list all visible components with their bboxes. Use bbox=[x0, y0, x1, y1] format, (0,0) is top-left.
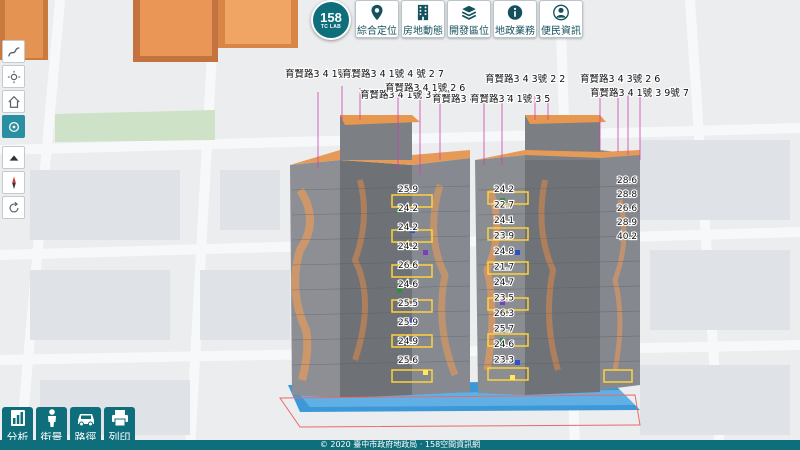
copyright-text: © 2020 臺中市政府地政局 · 158空間資訊網 bbox=[319, 440, 481, 449]
floor-area-label: 23.9 bbox=[494, 232, 514, 242]
floor-area-label: 24.1 bbox=[494, 216, 514, 226]
tower-left bbox=[290, 115, 471, 398]
left-toolbar bbox=[2, 40, 25, 219]
building-icon bbox=[417, 4, 429, 21]
nav-label: 地政業務 bbox=[495, 26, 535, 37]
logo-number: 158 bbox=[320, 9, 342, 25]
location-pin-icon bbox=[371, 4, 383, 21]
home-icon bbox=[7, 95, 20, 108]
sun-icon bbox=[7, 70, 20, 83]
floor-area-label: 24.7 bbox=[494, 278, 514, 288]
floor-area-label: 25.9 bbox=[398, 185, 418, 195]
address-label: 育賢路3 4 1號 3 9號 7 bbox=[590, 87, 689, 99]
nav-land-admin[interactable]: 地政業務 bbox=[493, 0, 537, 38]
floor-area-label: 26.3 bbox=[494, 309, 514, 319]
address-label: 育賢路3 4 1號 3 5 bbox=[470, 93, 550, 105]
floor-area-label: 25.5 bbox=[398, 299, 418, 309]
nav-development[interactable]: 開發區位 bbox=[447, 0, 491, 38]
floor-area-label: 26.6 bbox=[617, 204, 637, 214]
floor-area-label: 24.6 bbox=[494, 340, 514, 350]
reset-view-button[interactable] bbox=[2, 196, 25, 219]
compass-button[interactable] bbox=[2, 171, 25, 194]
compass-icon bbox=[11, 176, 16, 189]
nav-real-estate[interactable]: 房地動態 bbox=[401, 0, 445, 38]
info-icon bbox=[507, 5, 523, 20]
floor-area-label: 24.2 bbox=[398, 223, 418, 233]
locate-button[interactable] bbox=[2, 115, 25, 138]
logo[interactable]: 158 TC LAB bbox=[311, 0, 351, 40]
nav-location[interactable]: 綜合定位 bbox=[355, 0, 399, 38]
floor-area-label: 23.3 bbox=[494, 356, 514, 366]
streetview-icon bbox=[47, 409, 56, 427]
floor-area-label: 25.6 bbox=[398, 356, 418, 366]
nav-label: 開發區位 bbox=[449, 26, 489, 37]
printer-icon bbox=[111, 410, 128, 427]
home-button[interactable] bbox=[2, 90, 25, 113]
nav-label: 房地動態 bbox=[403, 26, 443, 37]
footer: © 2020 臺中市政府地政局 · 158空間資訊網 bbox=[0, 440, 800, 450]
floor-area-label: 25.9 bbox=[398, 318, 418, 328]
tilt-up-button[interactable] bbox=[2, 146, 25, 169]
top-nav: 158 TC LAB 綜合定位 房地動態 開發區位 地政業務 便民資訊 bbox=[311, 0, 583, 40]
sun-button[interactable] bbox=[2, 65, 25, 88]
floor-area-label: 28.8 bbox=[617, 190, 637, 200]
park-area bbox=[55, 110, 215, 142]
floor-area-label: 24.2 bbox=[398, 242, 418, 252]
map-3d-view[interactable]: 育賢路3 4 1號 2 6 育賢路3 4 1號 4 號 2 7 育賢路3 4 1… bbox=[0, 0, 800, 450]
analysis-icon bbox=[10, 410, 25, 426]
address-label: 育賢路3 4 3號 2 2 bbox=[485, 73, 565, 85]
nav-label: 綜合定位 bbox=[357, 26, 397, 37]
sketch-button[interactable] bbox=[2, 40, 25, 63]
floor-area-label: 21.7 bbox=[494, 263, 514, 273]
floor-area-label: 40.2 bbox=[617, 232, 637, 242]
floor-area-label: 24.2 bbox=[494, 185, 514, 195]
reset-icon bbox=[8, 201, 19, 213]
floor-area-label: 28.6 bbox=[617, 176, 637, 186]
nav-label: 便民資訊 bbox=[541, 26, 581, 37]
floor-area-label: 26.6 bbox=[398, 261, 418, 271]
floor-area-label: 24.6 bbox=[398, 280, 418, 290]
address-label: 育賢路3 4 3號 2 6 bbox=[580, 73, 660, 85]
sketch-icon bbox=[7, 46, 20, 57]
arrow-up-icon bbox=[9, 154, 18, 161]
floor-area-label: 24.9 bbox=[398, 337, 418, 347]
logo-sub: TC LAB bbox=[320, 23, 342, 30]
floor-area-label: 24.8 bbox=[494, 247, 514, 257]
address-label: 育賢路3 4 1號 2 6 bbox=[385, 82, 465, 94]
floor-area-label: 25.7 bbox=[494, 325, 514, 335]
floor-area-label: 28.9 bbox=[617, 218, 637, 228]
target-icon bbox=[8, 121, 19, 132]
floor-area-label: 24.2 bbox=[398, 204, 418, 214]
floor-area-label: 22.7 bbox=[494, 201, 514, 211]
nav-public-info[interactable]: 便民資訊 bbox=[539, 0, 583, 38]
car-icon bbox=[77, 414, 94, 427]
person-icon bbox=[553, 4, 569, 21]
layers-icon bbox=[461, 5, 477, 20]
floor-area-label: 23.5 bbox=[494, 294, 514, 304]
address-label: 育賢路3 4 1號 4 號 2 7 bbox=[342, 68, 444, 80]
